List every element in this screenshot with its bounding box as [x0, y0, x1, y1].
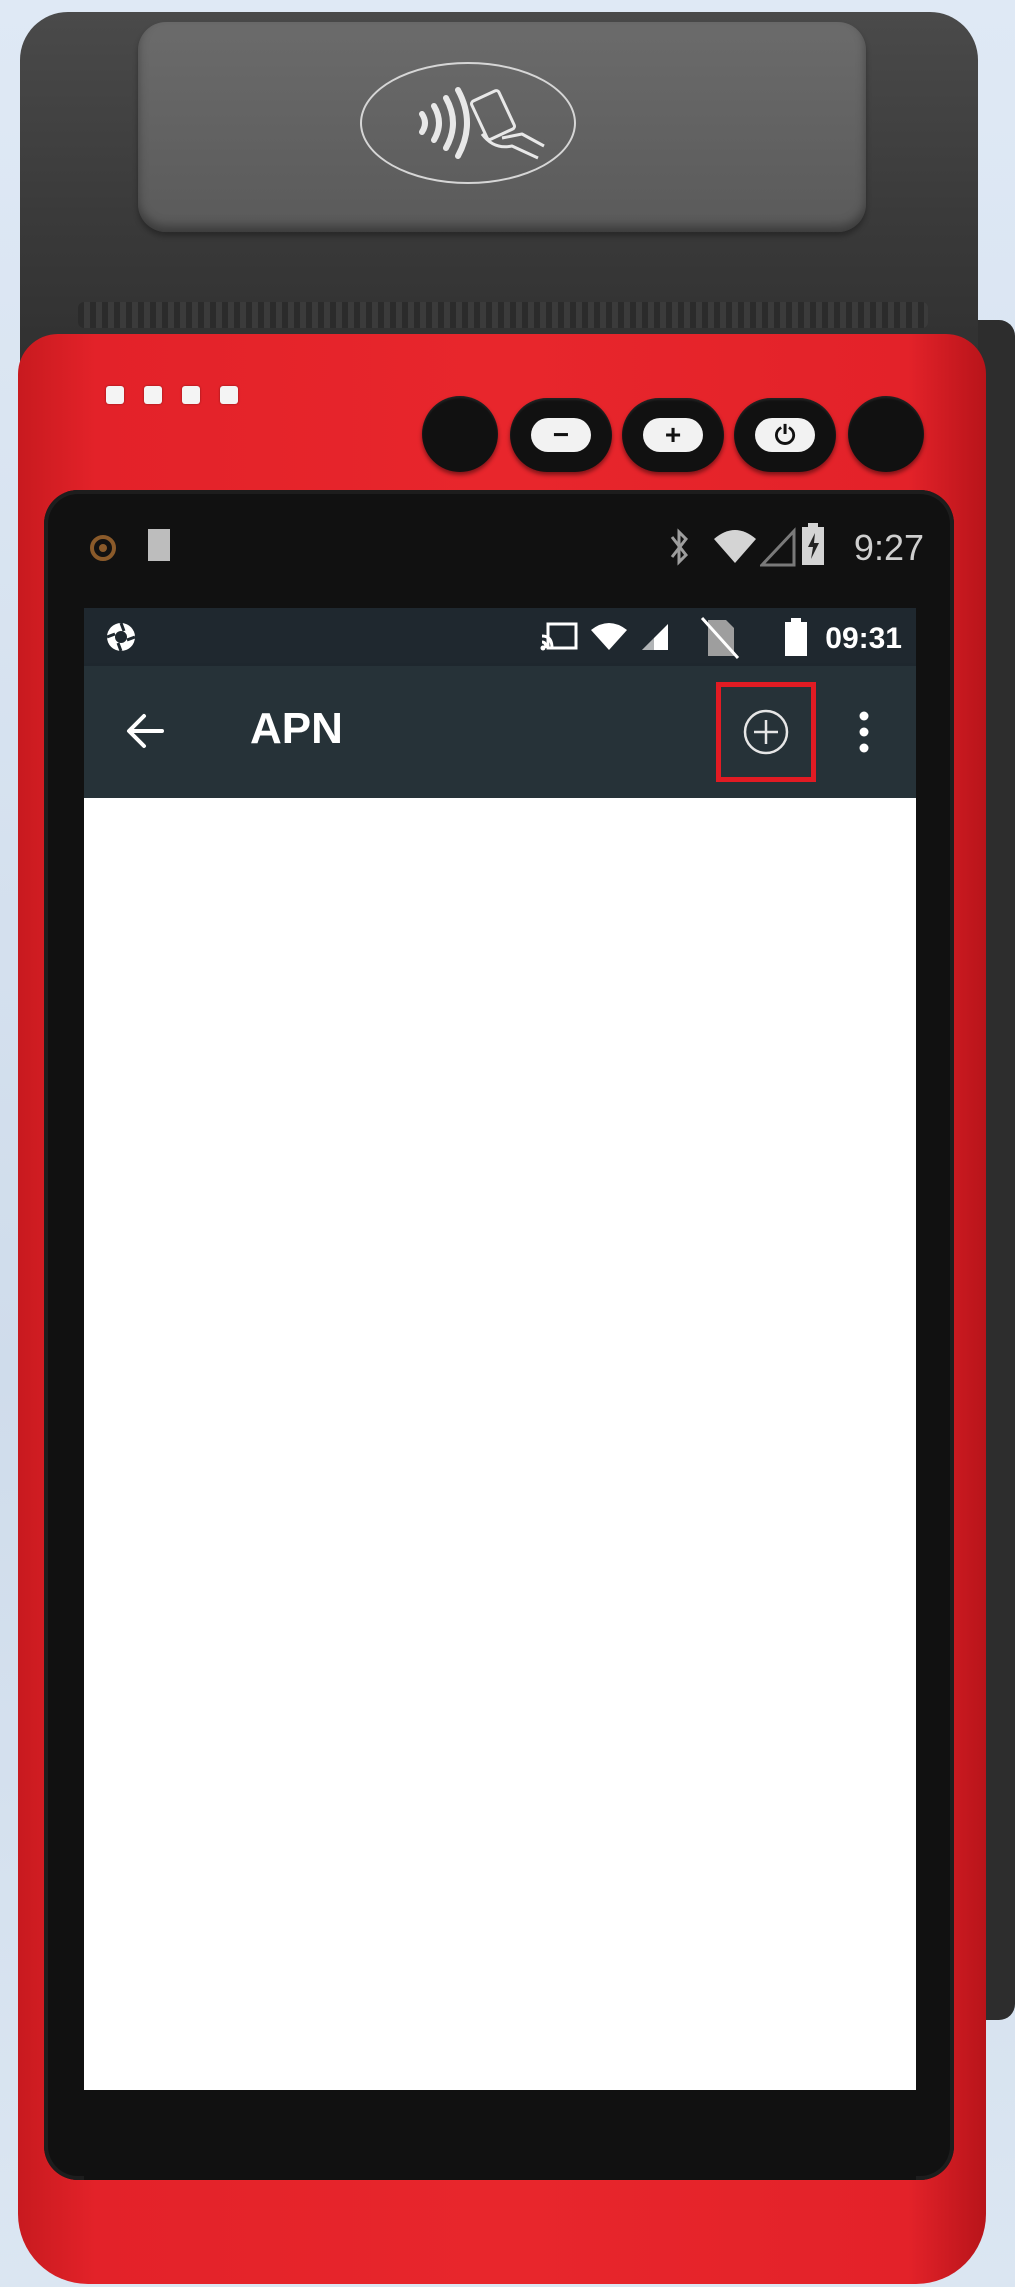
volume-down-label: −	[552, 419, 570, 450]
outer-clock: 9:27	[853, 527, 924, 568]
bluetooth-icon	[670, 528, 688, 566]
indicator-led	[182, 386, 200, 404]
apn-list	[84, 798, 916, 2090]
overflow-menu-icon[interactable]	[856, 708, 872, 756]
cast-icon	[540, 622, 578, 651]
nfc-contactless-area	[360, 62, 576, 184]
volume-down-button[interactable]: −	[510, 398, 612, 472]
app-screen: 09:31 APN	[84, 608, 916, 2090]
signal-icon	[642, 624, 668, 650]
volume-up-label: +	[664, 419, 682, 450]
wifi-icon	[591, 623, 627, 650]
android-debug-icon	[90, 535, 116, 561]
indicator-led	[144, 386, 162, 404]
sd-card-icon	[148, 529, 170, 561]
volume-up-button[interactable]: +	[622, 398, 724, 472]
contactless-icon	[419, 87, 545, 160]
power-button[interactable]: ⏻	[734, 398, 836, 472]
signal-icon	[760, 527, 796, 567]
power-icon: ⏻	[774, 420, 796, 450]
settings-aperture-icon	[106, 622, 136, 652]
system-status-bar: 09:31	[84, 608, 916, 666]
indicator-led	[106, 386, 124, 404]
page-title: APN	[250, 704, 343, 753]
indicator-led	[220, 386, 238, 404]
status-clock: 09:31	[825, 622, 902, 655]
back-arrow-icon[interactable]	[124, 710, 166, 752]
screen-bottom-bezel	[84, 2090, 916, 2180]
add-button-highlight	[716, 682, 816, 782]
paper-slot	[78, 302, 928, 328]
hardware-button-left[interactable]	[422, 396, 498, 472]
app-toolbar: APN	[84, 666, 916, 798]
no-sim-icon	[700, 616, 740, 660]
wifi-icon	[714, 530, 756, 563]
hardware-button-right[interactable]	[848, 396, 924, 472]
outer-status-bar: 9:27	[80, 515, 930, 579]
battery-icon	[802, 523, 824, 565]
battery-icon	[785, 618, 807, 656]
